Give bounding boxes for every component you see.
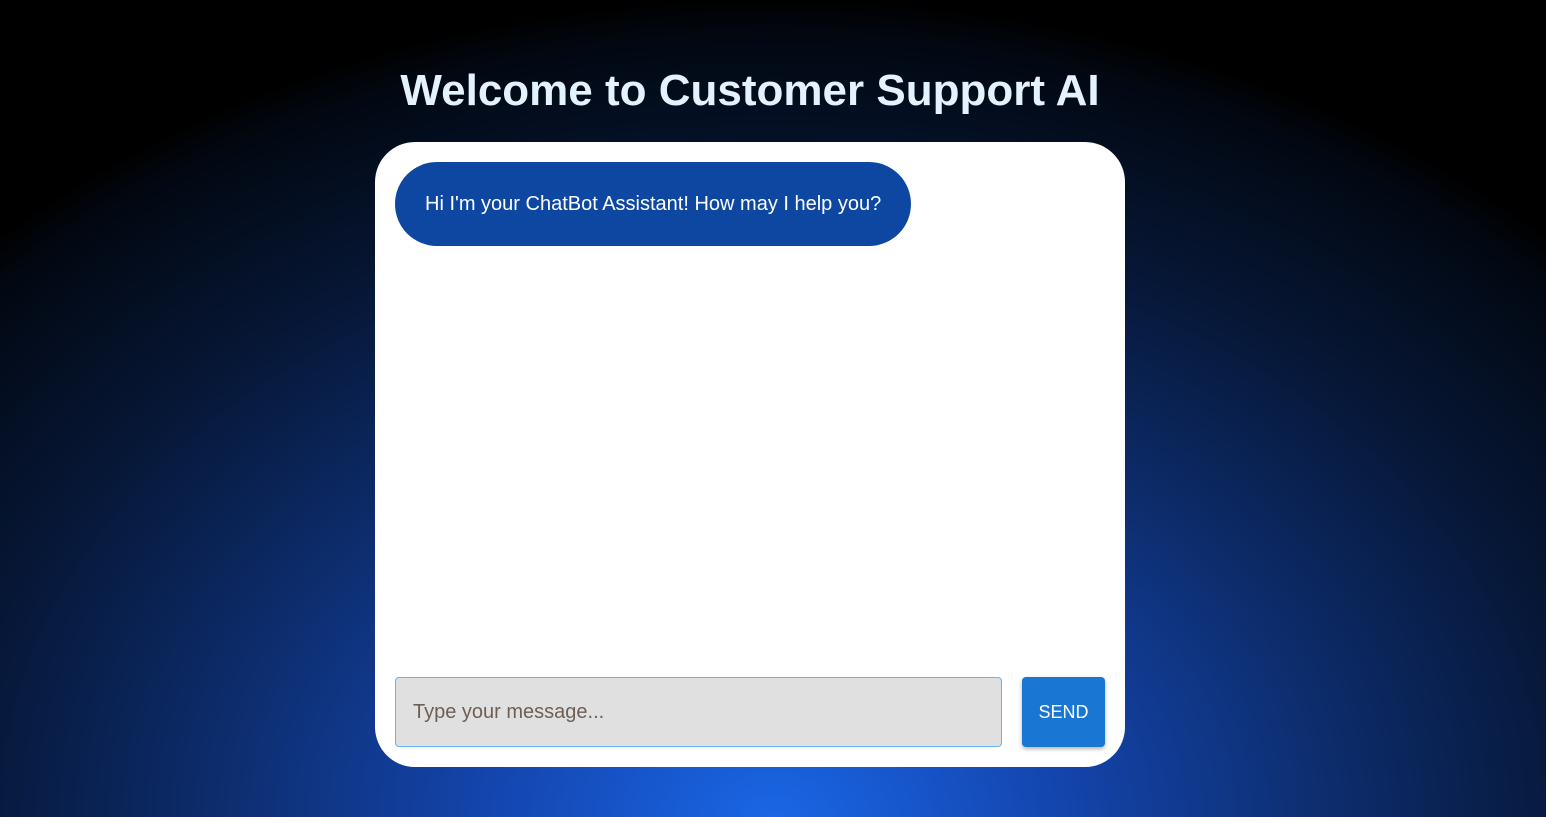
send-button[interactable]: SEND [1022, 677, 1105, 747]
message-input[interactable] [395, 677, 1002, 747]
page-title: Welcome to Customer Support AI [400, 66, 1100, 115]
chat-window: Hi I'm your ChatBot Assistant! How may I… [375, 142, 1125, 767]
bot-message: Hi I'm your ChatBot Assistant! How may I… [395, 162, 912, 246]
